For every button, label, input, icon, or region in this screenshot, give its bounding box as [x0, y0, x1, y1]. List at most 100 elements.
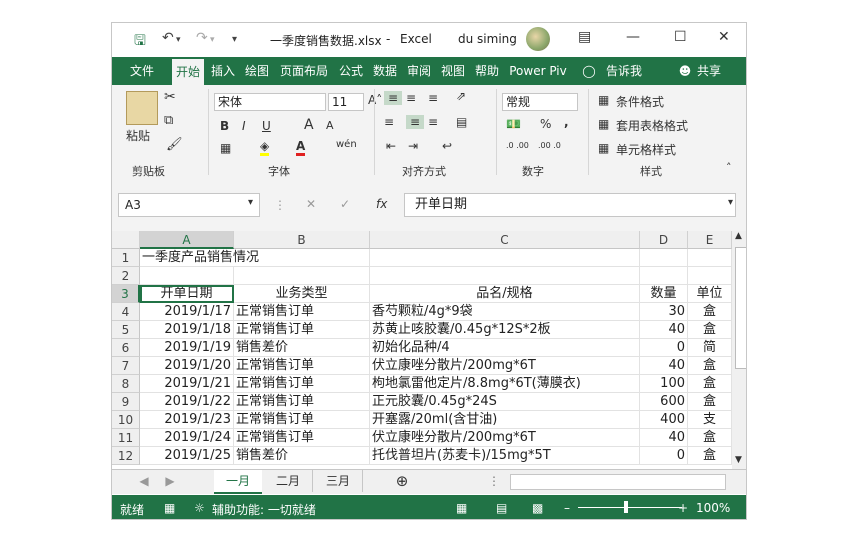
cell-d[interactable]: [640, 267, 688, 285]
fill-color-icon[interactable]: ◈: [260, 139, 270, 156]
cell-c[interactable]: 苏黄止咳胶囊/0.45g*12S*2板: [370, 321, 640, 339]
cell-c[interactable]: 托伐普坦片(苏麦卡)/15mg*5T: [370, 447, 640, 465]
cell-a[interactable]: 一季度产品销售情况: [140, 249, 259, 267]
cell-d[interactable]: 100: [640, 375, 688, 393]
number-format-select[interactable]: 常规: [502, 93, 578, 111]
cell-b[interactable]: 正常销售订单: [234, 375, 370, 393]
zoom-slider-thumb[interactable]: [624, 501, 628, 513]
cell-e[interactable]: 盒: [688, 393, 732, 411]
cell-d[interactable]: 40: [640, 357, 688, 375]
tab-home[interactable]: 开始: [172, 59, 204, 85]
share-button[interactable]: 共享: [694, 57, 724, 85]
conditional-format-button[interactable]: 条件格式: [616, 93, 664, 110]
cell-a[interactable]: 2019/1/17: [140, 303, 234, 321]
cell-b[interactable]: 正常销售订单: [234, 303, 370, 321]
cut-icon[interactable]: ✂: [164, 89, 176, 105]
column-header-c[interactable]: C: [370, 231, 640, 249]
name-box-dropdown-icon[interactable]: ▾: [248, 197, 253, 208]
undo-icon[interactable]: ↶: [162, 30, 174, 46]
scroll-up-icon[interactable]: ▲: [735, 231, 742, 241]
row-header[interactable]: 5: [112, 321, 140, 339]
zoom-out-icon[interactable]: –: [564, 501, 570, 515]
cell-d[interactable]: 40: [640, 321, 688, 339]
font-name-select[interactable]: 宋体: [214, 93, 326, 111]
avatar[interactable]: [526, 27, 550, 51]
select-all-corner[interactable]: [112, 231, 140, 249]
row-header[interactable]: 12: [112, 447, 140, 465]
cell-c[interactable]: 正元胶囊/0.45g*24S: [370, 393, 640, 411]
column-header-a[interactable]: A: [140, 231, 234, 249]
increase-indent-icon[interactable]: ⇥: [408, 139, 418, 153]
align-left-icon[interactable]: ≡: [384, 115, 394, 129]
collapse-ribbon-icon[interactable]: ˄: [726, 161, 732, 174]
horizontal-scrollbar[interactable]: [510, 474, 726, 490]
grow-font-button[interactable]: A: [304, 117, 314, 133]
expand-formula-icon[interactable]: ▾: [728, 197, 733, 208]
copy-icon[interactable]: ⧉: [164, 113, 173, 128]
cell-b[interactable]: [234, 249, 370, 267]
align-middle-icon[interactable]: ≡: [406, 91, 416, 105]
cell-b[interactable]: 业务类型: [234, 285, 370, 303]
column-header-d[interactable]: D: [640, 231, 688, 249]
cell-c[interactable]: 伏立康唑分散片/200mg*6T: [370, 429, 640, 447]
sheet-tab-mar[interactable]: 三月: [314, 470, 363, 492]
redo-dropdown-icon[interactable]: ▾: [210, 35, 215, 45]
cell-c[interactable]: 开塞露/20ml(含甘油): [370, 411, 640, 429]
cell-b[interactable]: 正常销售订单: [234, 429, 370, 447]
row-header[interactable]: 9: [112, 393, 140, 411]
paste-icon[interactable]: [126, 91, 158, 125]
phonetic-icon[interactable]: wén: [336, 139, 357, 150]
add-sheet-icon[interactable]: ⊕: [392, 470, 412, 492]
cell-e[interactable]: 盒: [688, 321, 732, 339]
cell-b[interactable]: 正常销售订单: [234, 357, 370, 375]
accessibility-status[interactable]: 辅助功能: 一切就绪: [212, 501, 316, 518]
italic-button[interactable]: I: [242, 119, 246, 133]
tab-page-layout[interactable]: 页面布局: [276, 57, 332, 85]
cell-d[interactable]: 40: [640, 429, 688, 447]
save-icon[interactable]: 🖫: [134, 30, 146, 54]
zoom-slider[interactable]: [578, 507, 682, 508]
next-sheet-icon[interactable]: ▶: [164, 470, 176, 492]
increase-decimal-button[interactable]: .0 .00: [506, 141, 530, 150]
font-color-button[interactable]: A: [296, 139, 306, 156]
cell-c[interactable]: [370, 267, 640, 285]
cell-c[interactable]: 品名/规格: [370, 285, 640, 303]
scroll-thumb[interactable]: [735, 247, 746, 369]
cell-b[interactable]: 销售差价: [234, 339, 370, 357]
tell-me-search[interactable]: 告诉我: [602, 57, 646, 85]
cell-d[interactable]: 0: [640, 339, 688, 357]
cell-a[interactable]: 2019/1/23: [140, 411, 234, 429]
format-as-table-button[interactable]: 套用表格格式: [616, 117, 688, 134]
cell-b[interactable]: 正常销售订单: [234, 393, 370, 411]
accounting-format-icon[interactable]: 💵: [506, 117, 521, 131]
wrap-text-icon[interactable]: ↩: [442, 139, 452, 153]
font-size-select[interactable]: 11: [328, 93, 364, 111]
cell-e[interactable]: 简: [688, 339, 732, 357]
cell-b[interactable]: 销售差价: [234, 447, 370, 465]
page-break-view-icon[interactable]: ▩: [532, 501, 543, 515]
cell-e[interactable]: 支: [688, 411, 732, 429]
cell-c[interactable]: 初始化品种/4: [370, 339, 640, 357]
paste-button[interactable]: 粘贴: [126, 127, 150, 144]
align-center-icon[interactable]: ≡: [406, 115, 424, 129]
enter-icon[interactable]: ✓: [340, 197, 350, 211]
tab-draw[interactable]: 绘图: [242, 57, 272, 85]
borders-icon[interactable]: ▦: [220, 141, 231, 155]
tab-power-pivot[interactable]: Power Piv: [506, 57, 570, 85]
cell-a[interactable]: 2019/1/24: [140, 429, 234, 447]
formula-input[interactable]: 开单日期: [404, 193, 736, 217]
cell-b[interactable]: 正常销售订单: [234, 411, 370, 429]
cell-c[interactable]: 香芍颗粒/4g*9袋: [370, 303, 640, 321]
page-layout-view-icon[interactable]: ▤: [496, 501, 507, 515]
tab-insert[interactable]: 插入: [208, 57, 238, 85]
orientation-icon[interactable]: ⇗: [456, 89, 466, 103]
tab-review[interactable]: 审阅: [404, 57, 434, 85]
ribbon-display-icon[interactable]: ▤: [578, 29, 591, 45]
redo-icon[interactable]: ↷: [196, 30, 208, 46]
cell-a[interactable]: 2019/1/22: [140, 393, 234, 411]
cell-d[interactable]: 0: [640, 447, 688, 465]
minimize-icon[interactable]: —: [626, 29, 640, 45]
row-header[interactable]: 8: [112, 375, 140, 393]
cell-c[interactable]: [370, 249, 640, 267]
row-header[interactable]: 10: [112, 411, 140, 429]
